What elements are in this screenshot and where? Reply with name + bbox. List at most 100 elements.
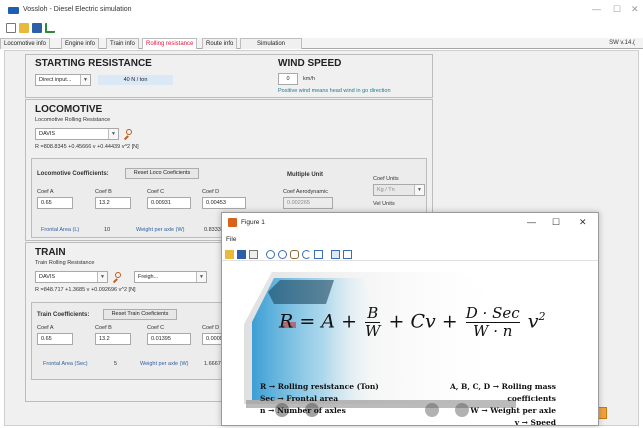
data-cursor-icon[interactable] xyxy=(314,250,323,259)
locomotive-subtitle: Locomotive Rolling Resistance xyxy=(35,117,111,123)
title-bar: Vossloh - Diesel Electric simulation — ☐… xyxy=(0,0,643,20)
figure-maximize-button[interactable]: ☐ xyxy=(552,217,560,227)
formula-middle: + Cv + xyxy=(388,310,458,333)
loco-coef-a-label: Coef A xyxy=(37,189,54,195)
figure-close-button[interactable]: ✕ xyxy=(579,217,587,227)
open-folder-icon[interactable] xyxy=(19,23,29,33)
formula-d-denominator: W · n xyxy=(473,322,513,340)
starting-resistance-mode-select[interactable]: Direct input... ▼ xyxy=(35,74,91,86)
loco-coef-c-input[interactable]: 0.00931 xyxy=(147,197,191,209)
rotate-icon[interactable] xyxy=(302,250,311,259)
train-type-select[interactable]: Freigh... ▼ xyxy=(134,271,207,283)
plot-icon[interactable] xyxy=(45,23,55,33)
minimize-button[interactable]: — xyxy=(592,5,601,14)
train-coef-c-label: Coef C xyxy=(147,325,165,331)
wind-speed-title: WIND SPEED xyxy=(278,58,342,69)
close-button[interactable]: ✕ xyxy=(631,5,639,14)
legend-icon[interactable] xyxy=(343,250,352,259)
coef-units-value: Kg / Tn xyxy=(377,187,395,193)
coef-units-select[interactable]: Kg / Tn ▼ xyxy=(373,184,425,196)
tab-engine-info[interactable]: Engine info xyxy=(61,38,100,49)
maximize-button[interactable]: ☐ xyxy=(613,5,621,14)
train-formula: R =848.717 +1.3685 v +0.092696 v^2 [N] xyxy=(35,287,136,293)
figure-menu-file[interactable]: File xyxy=(226,236,236,243)
toolbar xyxy=(0,20,643,37)
loco-frontal-area-value: 10 xyxy=(104,227,111,233)
print-icon[interactable] xyxy=(249,250,258,259)
colorbar-icon[interactable] xyxy=(331,250,340,259)
chevron-down-icon: ▼ xyxy=(414,185,424,195)
train-coef-c-input[interactable]: 0.01395 xyxy=(147,333,191,345)
locomotive-title: LOCOMOTIVE xyxy=(35,104,103,115)
formula-lhs: R = A + xyxy=(279,310,357,333)
legend-r: R → Rolling resistance (Ton) xyxy=(260,382,379,391)
search-icon[interactable] xyxy=(112,272,121,283)
loco-coef-b-input[interactable]: 13.2 xyxy=(95,197,131,209)
wind-speed-input[interactable]: 0 xyxy=(278,73,298,85)
figure-window: Figure 1 — ☐ ✕ File R = A + B W + Cv + D… xyxy=(221,212,599,426)
starting-resistance-mode-value: Direct input... xyxy=(39,77,72,83)
reset-train-coefficients-button[interactable]: Reset Train Coeficients xyxy=(103,309,177,320)
matlab-logo-icon xyxy=(228,218,237,227)
chevron-down-icon: ▼ xyxy=(108,129,118,139)
zoom-in-icon[interactable] xyxy=(266,250,275,259)
save-icon[interactable] xyxy=(32,23,42,33)
chevron-down-icon: ▼ xyxy=(97,272,107,282)
chevron-down-icon: ▼ xyxy=(196,272,206,282)
formula-b-denominator: W xyxy=(365,322,381,340)
open-folder-icon[interactable] xyxy=(225,250,234,259)
loco-weight-axle-label: Weight per axle (W) xyxy=(136,227,185,233)
figure-axes: R = A + B W + Cv + D · Sec W · n v2 R → … xyxy=(222,262,598,425)
reset-loco-coefficients-button[interactable]: Reset Loco Coeficients xyxy=(125,168,199,179)
wind-speed-note: Positive wind means head wind in go dire… xyxy=(278,88,391,94)
figure-minimize-button[interactable]: — xyxy=(527,217,536,227)
pan-icon[interactable] xyxy=(290,250,299,259)
tab-bar: Locomotive info Engine info Train info R… xyxy=(0,38,643,49)
legend-sec: Sec → Frontal area xyxy=(260,394,339,403)
chevron-down-icon: ▼ xyxy=(80,75,90,85)
version-label: SW v.14.( xyxy=(609,40,635,46)
tab-train-info[interactable]: Train info xyxy=(106,38,139,49)
locomotive-formula: R =808.8345 +0.45666 v +0.44439 v^2 [N] xyxy=(35,144,139,150)
figure-toolbar xyxy=(222,248,598,261)
resistance-formula: R = A + B W + Cv + D · Sec W · n v2 xyxy=(279,305,545,340)
formula-b-numerator: B xyxy=(365,305,381,323)
legend-n: n → Number of axles xyxy=(260,406,346,415)
search-icon[interactable] xyxy=(123,129,132,140)
app-logo-icon xyxy=(8,7,19,14)
coef-aerodynamic-input[interactable]: 0.002265 xyxy=(283,197,333,209)
multiple-unit-label: Multiple Unit xyxy=(287,172,323,178)
loco-coef-c-label: Coef C xyxy=(147,189,165,195)
train-method-select[interactable]: DAVIS ▼ xyxy=(35,271,108,283)
train-weight-axle-label: Weight per axle (W) xyxy=(140,361,189,367)
loco-coef-a-input[interactable]: 0.65 xyxy=(37,197,73,209)
tab-locomotive-info[interactable]: Locomotive info xyxy=(0,38,51,49)
loco-coef-b-label: Coef B xyxy=(95,189,112,195)
loco-coef-d-input[interactable]: 0.00453 xyxy=(202,197,246,209)
figure-legend-right: A, B, C, D → Rolling mass coefficients W… xyxy=(400,381,556,425)
train-subtitle: Train Rolling Resistance xyxy=(35,260,95,266)
formula-d-numerator: D · Sec xyxy=(465,304,520,323)
starting-resistance-title: STARTING RESISTANCE xyxy=(35,58,152,69)
tab-simulation[interactable]: Simulation xyxy=(240,38,303,49)
save-icon[interactable] xyxy=(237,250,246,259)
vel-units-label: Vel Units xyxy=(373,201,395,207)
zoom-out-icon[interactable] xyxy=(278,250,287,259)
train-title: TRAIN xyxy=(35,247,66,258)
formula-exponent: 2 xyxy=(538,310,546,324)
locomotive-method-select[interactable]: DAVIS ▼ xyxy=(35,128,119,140)
train-method-value: DAVIS xyxy=(39,274,56,280)
train-coef-b-input[interactable]: 13.2 xyxy=(95,333,131,345)
train-frontal-area-label: Frontal Area (Sec) xyxy=(43,361,88,367)
window-title: Vossloh - Diesel Electric simulation xyxy=(23,6,132,13)
new-file-icon[interactable] xyxy=(6,23,16,33)
figure-legend-left: R → Rolling resistance (Ton) Sec → Front… xyxy=(260,381,379,417)
train-coef-a-input[interactable]: 0.65 xyxy=(37,333,73,345)
formula-v: v xyxy=(527,310,539,333)
tab-rolling-resistance[interactable]: Rolling resistance xyxy=(142,38,198,49)
tab-route-info[interactable]: Route info xyxy=(202,38,238,49)
loco-frontal-area-label: Frontal Area (L) xyxy=(41,227,80,233)
top-panel: STARTING RESISTANCE Direct input... ▼ 40… xyxy=(25,54,433,98)
locomotive-method-value: DAVIS xyxy=(39,131,56,137)
train-frontal-area-value: 5 xyxy=(114,361,118,367)
